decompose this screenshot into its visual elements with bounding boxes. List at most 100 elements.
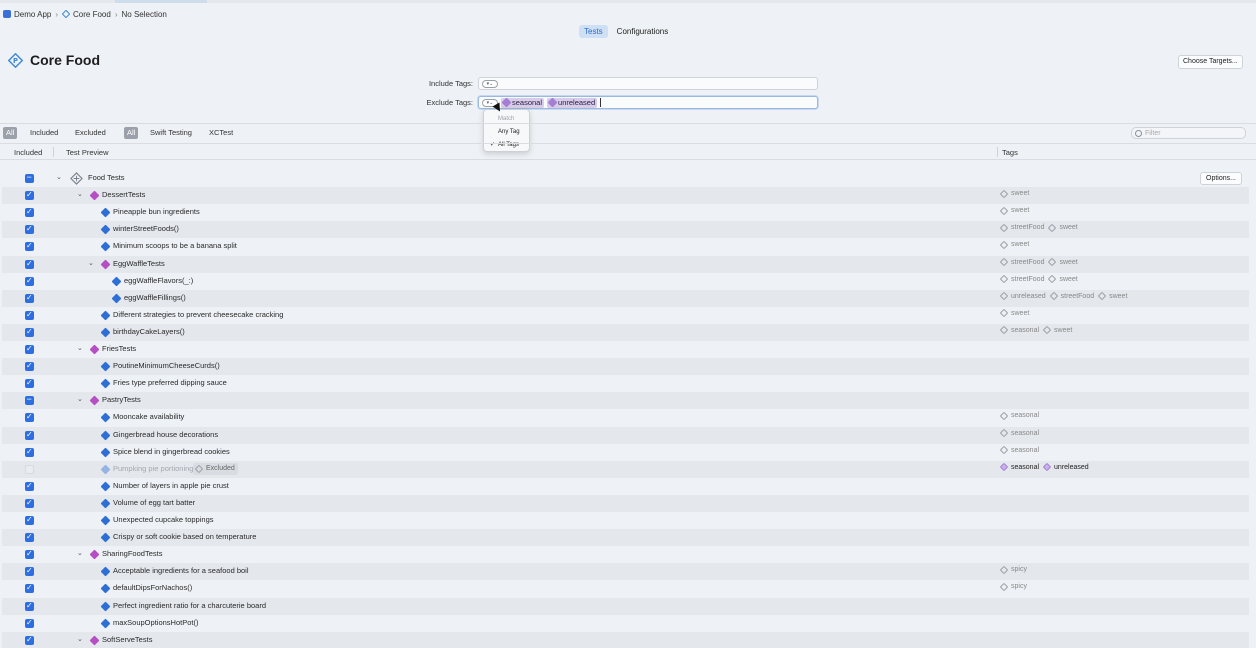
column-header-included[interactable]: Included (14, 148, 42, 157)
include-checkbox[interactable] (25, 240, 34, 252)
include-tags-field[interactable]: ▾⌄ (478, 77, 818, 90)
table-row[interactable]: maxSoupOptionsHotPot() (2, 615, 1249, 632)
column-header-test[interactable]: Test Preview (66, 148, 109, 157)
tag-token-seasonal[interactable]: seasonal (501, 97, 545, 108)
breadcrumb-item-testplan[interactable]: Core Food (62, 10, 111, 19)
tag-seasonal[interactable]: seasonal (999, 411, 1039, 421)
table-row[interactable]: Volume of egg tart batter (2, 494, 1249, 512)
tag-streetfood[interactable]: streetFood (999, 274, 1044, 284)
tab-tests[interactable]: Tests (579, 25, 608, 38)
chevron-down-icon[interactable]: ⌄ (56, 173, 62, 181)
tab-configurations[interactable]: Configurations (612, 25, 674, 38)
tag-sweet[interactable]: sweet (999, 206, 1029, 215)
tag-unreleased[interactable]: unreleased (999, 291, 1046, 301)
include-checkbox[interactable] (25, 206, 34, 218)
exclude-tags-field[interactable]: ▾⌄ seasonal unreleased (478, 96, 818, 109)
table-row[interactable]: Unexpected cupcake toppings (2, 512, 1249, 529)
include-checkbox[interactable] (25, 394, 34, 406)
tag-streetfood[interactable]: streetFood (1049, 291, 1094, 301)
options-button[interactable]: Options... (1200, 172, 1242, 185)
chevron-down-icon[interactable]: ⌄ (77, 344, 83, 352)
table-row[interactable]: eggWaffleFillings() unreleased streetFood s… (2, 289, 1249, 307)
suite-row[interactable]: ⌄ FriesTests (2, 341, 1249, 358)
filter-field[interactable]: Filter (1131, 127, 1246, 139)
include-checkbox[interactable] (25, 377, 34, 389)
tag-seasonal[interactable]: seasonal (999, 326, 1039, 335)
suite-row[interactable]: ⌄ PastryTests (2, 392, 1249, 410)
suite-row[interactable]: ⌄ Food Tests Options... (2, 170, 1249, 187)
include-checkbox[interactable] (25, 172, 34, 183)
include-checkbox[interactable] (25, 497, 34, 508)
match-menu-button[interactable]: ▾⌄ (482, 79, 498, 88)
column-header-tags[interactable]: Tags (1002, 148, 1018, 157)
include-checkbox[interactable] (25, 292, 34, 303)
tag-sweet[interactable]: sweet (1048, 257, 1078, 267)
include-checkbox[interactable] (25, 548, 34, 560)
filter-all-frameworks[interactable]: All (124, 127, 139, 139)
tag-sweet[interactable]: sweet (999, 189, 1029, 198)
table-row[interactable]: Mooncake availability seasonal (2, 409, 1249, 426)
include-checkbox[interactable] (25, 582, 34, 594)
include-checkbox[interactable] (25, 514, 34, 525)
table-row[interactable]: defaultDipsForNachos() spicy (2, 580, 1249, 597)
tag-sweet[interactable]: sweet (1097, 291, 1127, 301)
include-checkbox[interactable] (25, 223, 34, 235)
table-row[interactable]: Pineapple bun ingredients sweet (2, 204, 1249, 221)
chevron-down-icon[interactable]: ⌄ (77, 395, 83, 403)
chevron-down-icon[interactable]: ⌄ (88, 259, 94, 267)
filter-swift-testing[interactable]: Swift Testing (147, 127, 195, 139)
include-checkbox[interactable] (25, 600, 34, 611)
table-row[interactable]: Pumpking pie portioning Excluded seasonal u… (2, 460, 1249, 478)
include-checkbox[interactable] (25, 464, 34, 474)
tag-seasonal[interactable]: seasonal (999, 445, 1039, 455)
suite-row[interactable]: ⌄ DessertTests sweet (2, 187, 1249, 205)
filter-xctest[interactable]: XCTest (206, 127, 236, 139)
include-checkbox[interactable] (25, 309, 34, 320)
tag-streetfood[interactable]: streetFood (999, 257, 1044, 267)
include-checkbox[interactable] (25, 446, 34, 457)
table-row[interactable]: PoutineMinimumCheeseCurds() (2, 358, 1249, 376)
include-checkbox[interactable] (25, 189, 34, 201)
tag-spicy[interactable]: spicy (999, 582, 1027, 592)
breadcrumb-item-app[interactable]: Demo App (3, 10, 51, 19)
tag-seasonal[interactable]: seasonal (999, 462, 1039, 472)
tag-unreleased[interactable]: unreleased (1042, 462, 1089, 472)
table-row[interactable]: Minimum scoops to be a banana split sweet (2, 238, 1249, 255)
chevron-down-icon[interactable]: ⌄ (77, 190, 83, 198)
include-checkbox[interactable] (25, 411, 34, 423)
tag-sweet[interactable]: sweet (1042, 326, 1072, 335)
table-row[interactable]: Gingerbread house decorations seasonal (2, 426, 1249, 444)
tag-sweet[interactable]: sweet (999, 309, 1029, 318)
table-row[interactable]: Spice blend in gingerbread cookies season… (2, 444, 1249, 461)
tag-spicy[interactable]: spicy (999, 565, 1027, 575)
column-divider[interactable] (997, 147, 998, 157)
table-row[interactable]: Number of layers in apple pie crust (2, 478, 1249, 495)
filter-all-inclusion[interactable]: All (3, 127, 18, 139)
column-divider[interactable] (53, 147, 54, 157)
table-row[interactable]: Perfect ingredient ratio for a charcuter… (2, 597, 1249, 615)
tag-sweet[interactable]: sweet (1048, 274, 1078, 284)
suite-row[interactable]: ⌄ SoftServeTests (2, 631, 1249, 648)
suite-row[interactable]: ⌄ EggWaffleTests streetFood sweet (2, 255, 1249, 273)
include-checkbox[interactable] (25, 480, 34, 491)
tag-streetfood[interactable]: streetFood (999, 223, 1044, 233)
include-checkbox[interactable] (25, 565, 34, 577)
tag-seasonal[interactable]: seasonal (999, 428, 1039, 438)
include-checkbox[interactable] (25, 360, 34, 372)
tag-sweet[interactable]: sweet (999, 240, 1029, 250)
table-row[interactable]: winterStreetFoods() streetFood sweet (2, 221, 1249, 239)
include-checkbox[interactable] (25, 634, 34, 645)
include-checkbox[interactable] (25, 617, 34, 628)
include-checkbox[interactable] (25, 275, 34, 286)
tag-sweet[interactable]: sweet (1048, 223, 1078, 233)
table-row[interactable]: Different strategies to prevent cheeseca… (2, 307, 1249, 324)
chevron-down-icon[interactable]: ⌄ (77, 549, 83, 557)
include-checkbox[interactable] (25, 429, 34, 440)
filter-excluded[interactable]: Excluded (72, 127, 109, 139)
include-checkbox[interactable] (25, 343, 34, 354)
include-checkbox[interactable] (25, 326, 34, 337)
breadcrumb-item-selection[interactable]: No Selection (122, 10, 167, 19)
filter-included[interactable]: Included (27, 127, 61, 139)
choose-targets-button[interactable]: Choose Targets... (1178, 55, 1243, 69)
include-checkbox[interactable] (25, 531, 34, 543)
